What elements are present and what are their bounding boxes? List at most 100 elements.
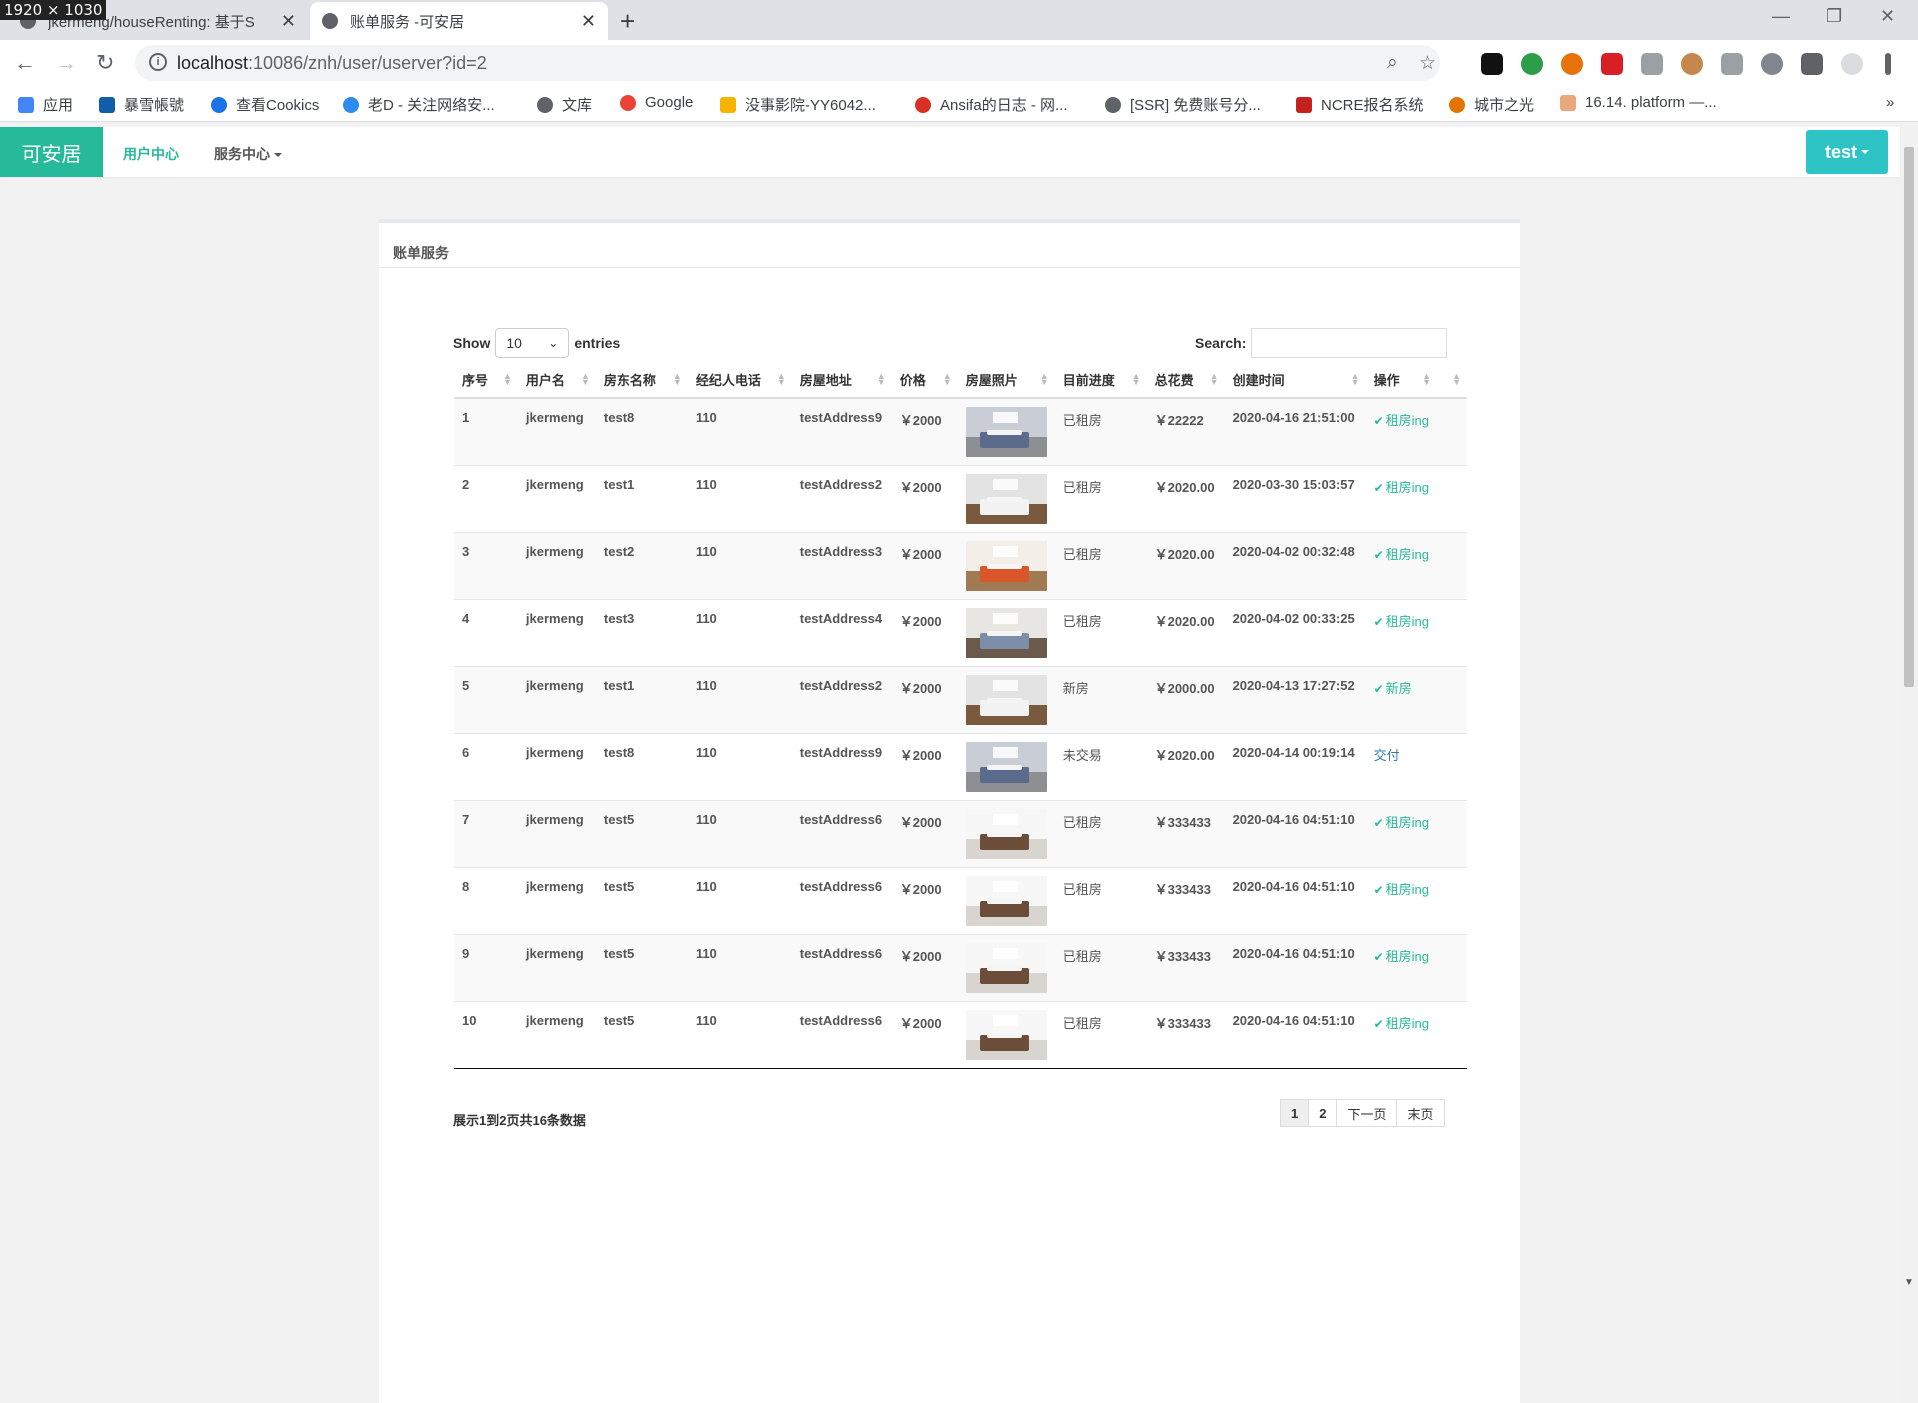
tab-bill-service[interactable]: 账单服务 -可安居 ✕ bbox=[310, 2, 608, 40]
profile-icon[interactable] bbox=[1841, 53, 1863, 75]
nav-user-center[interactable]: 用户中心 bbox=[123, 144, 179, 164]
cell-landlord: test5 bbox=[595, 933, 688, 1001]
info-icon[interactable]: i bbox=[149, 53, 167, 71]
column-header[interactable]: 经纪人电话 ▲ ▼ bbox=[687, 361, 792, 399]
cell-price: ￥2000 bbox=[891, 933, 958, 1001]
column-header[interactable]: 房东名称 ▲ ▼ bbox=[595, 361, 688, 399]
cell-user: jkermeng bbox=[517, 598, 596, 666]
extension-icon[interactable] bbox=[1521, 53, 1543, 75]
empty-cell bbox=[1436, 531, 1467, 599]
empty-cell bbox=[1436, 598, 1467, 666]
cell-address: testAddress6 bbox=[791, 1000, 892, 1069]
bookmark-item[interactable]: Google bbox=[620, 94, 693, 111]
bookmark-item[interactable]: NCRE报名系统 bbox=[1296, 94, 1424, 115]
bookmark-item[interactable]: 没事影院-YY6042... bbox=[720, 94, 876, 115]
action-link[interactable]: ✔ 租房ing bbox=[1374, 480, 1429, 495]
address-bar[interactable]: i localhost:10086/znh/user/userver?id=2 … bbox=[135, 45, 1440, 81]
cell-created: 2020-04-16 04:51:10 bbox=[1224, 1000, 1366, 1069]
cell-status: 已租房 bbox=[1054, 799, 1147, 867]
entries-select[interactable]: 10 ⌄ bbox=[495, 328, 570, 358]
house-photo bbox=[965, 607, 1047, 658]
sort-icon: ▲ ▼ bbox=[580, 371, 590, 387]
scroll-thumb[interactable] bbox=[1904, 147, 1914, 687]
cell-id: 3 bbox=[454, 531, 518, 599]
star-icon[interactable]: ☆ bbox=[1419, 52, 1436, 75]
zoom-icon[interactable]: ⌕ bbox=[1387, 52, 1398, 74]
brand-logo[interactable]: 可安居 bbox=[0, 127, 103, 177]
bookmark-item[interactable]: 应用 bbox=[18, 94, 73, 115]
menu-icon[interactable] bbox=[1885, 53, 1891, 75]
close-window-icon[interactable]: ✕ bbox=[1880, 6, 1895, 27]
page: 可安居 用户中心 服务中心 test 账单服务 Show 10 ⌄ entries… bbox=[0, 127, 1900, 1403]
house-photo-cell bbox=[957, 531, 1055, 599]
action-link[interactable]: ✔ 租房ing bbox=[1374, 882, 1429, 897]
column-header[interactable]: 用户名 ▲ ▼ bbox=[517, 361, 596, 399]
bookmark-item[interactable]: 老D - 关注网络安... bbox=[343, 94, 495, 115]
more-bookmarks-icon[interactable]: » bbox=[1886, 94, 1894, 111]
bookmark-item[interactable]: [SSR] 免费账号分... bbox=[1105, 94, 1261, 115]
close-icon[interactable]: ✕ bbox=[581, 11, 596, 32]
netflix-icon[interactable] bbox=[1601, 53, 1623, 75]
action-link[interactable]: ✔ 租房ing bbox=[1374, 1016, 1429, 1031]
extension-icon[interactable] bbox=[1681, 53, 1703, 75]
extension-icon[interactable] bbox=[1761, 53, 1783, 75]
column-header[interactable]: 总花费 ▲ ▼ bbox=[1146, 361, 1225, 399]
back-icon[interactable]: ← bbox=[14, 50, 36, 76]
download-icon[interactable] bbox=[1721, 53, 1743, 75]
minimize-icon[interactable]: — bbox=[1772, 6, 1790, 27]
action-link[interactable]: ✔ 租房ing bbox=[1374, 614, 1429, 629]
cell-total: ￥333433 bbox=[1146, 799, 1225, 867]
cell-landlord: test5 bbox=[595, 866, 688, 934]
check-icon: ✔ bbox=[1373, 815, 1384, 830]
cell-landlord: test5 bbox=[595, 1000, 688, 1069]
action-link[interactable]: ✔ 租房ing bbox=[1374, 413, 1429, 428]
house-photo-cell bbox=[957, 598, 1055, 666]
column-header[interactable]: 创建时间 ▲ ▼ bbox=[1224, 361, 1366, 399]
url-text[interactable]: localhost:10086/znh/user/userver?id=2 bbox=[177, 53, 487, 74]
column-header[interactable]: 价格 ▲ ▼ bbox=[891, 361, 958, 399]
last-page-button[interactable]: 末页 bbox=[1396, 1099, 1445, 1127]
cell-user: jkermeng bbox=[517, 866, 596, 934]
extension-icon[interactable] bbox=[1561, 53, 1583, 75]
cell-address: testAddress9 bbox=[791, 397, 892, 465]
reload-icon[interactable]: ↻ bbox=[96, 50, 114, 76]
action-link[interactable]: ✔ 租房ing bbox=[1374, 949, 1429, 964]
forward-icon[interactable]: → bbox=[55, 50, 77, 76]
cell-price: ￥2000 bbox=[891, 866, 958, 934]
page-1-button[interactable]: 1 bbox=[1280, 1099, 1310, 1127]
nav-service-center[interactable]: 服务中心 bbox=[214, 144, 282, 164]
cell-phone: 110 bbox=[687, 665, 792, 733]
column-header[interactable]: 目前进度 ▲ ▼ bbox=[1054, 361, 1147, 399]
bookmark-item[interactable]: 暴雪帳號 bbox=[99, 94, 184, 115]
column-header[interactable]: 房屋地址 ▲ ▼ bbox=[791, 361, 892, 399]
extension-icon[interactable] bbox=[1481, 53, 1503, 75]
user-menu-button[interactable]: test bbox=[1806, 130, 1888, 174]
sort-icon: ▲ ▼ bbox=[876, 371, 886, 387]
bookmark-item[interactable]: Ansifa的日志 - 网... bbox=[915, 94, 1068, 115]
column-header[interactable]: 操作 ▲ ▼ bbox=[1365, 361, 1437, 399]
new-tab-button[interactable]: + bbox=[620, 6, 635, 37]
column-header[interactable]: 序号 ▲ ▼ bbox=[454, 361, 518, 399]
puzzle-icon[interactable] bbox=[1801, 53, 1823, 75]
bookmark-item[interactable]: 16.14. platform —... bbox=[1560, 94, 1717, 111]
action-link[interactable]: ✔ 租房ing bbox=[1374, 815, 1429, 830]
globe-icon bbox=[1105, 96, 1121, 113]
page-scrollbar[interactable]: ▼ bbox=[1900, 127, 1918, 1403]
action-link[interactable]: ✔ 新房 bbox=[1374, 681, 1412, 696]
close-icon[interactable]: ✕ bbox=[281, 11, 296, 32]
column-header[interactable]: ▲ ▼ bbox=[1436, 361, 1467, 399]
restore-icon[interactable]: ❐ bbox=[1826, 6, 1842, 27]
action-link[interactable]: ✔ 租房ing bbox=[1374, 547, 1429, 562]
next-page-button[interactable]: 下一页 bbox=[1336, 1099, 1398, 1127]
scroll-down-icon[interactable]: ▼ bbox=[1904, 1277, 1914, 1288]
action-link[interactable]: 交付 bbox=[1374, 748, 1400, 763]
bookmark-item[interactable]: 城市之光 bbox=[1449, 94, 1534, 115]
column-header[interactable]: 房屋照片 ▲ ▼ bbox=[957, 361, 1055, 399]
bookmark-item[interactable]: 文库 bbox=[537, 94, 592, 115]
extension-icon[interactable] bbox=[1641, 53, 1663, 75]
search-input[interactable] bbox=[1251, 328, 1448, 358]
bookmark-item[interactable]: 查看Cookics bbox=[211, 94, 319, 115]
cell-price: ￥2000 bbox=[891, 598, 958, 666]
page-2-button[interactable]: 2 bbox=[1308, 1099, 1338, 1127]
table-row: 5 jkermeng test1 110 testAddress2 ￥2000 新房 ￥200… bbox=[454, 665, 1467, 733]
